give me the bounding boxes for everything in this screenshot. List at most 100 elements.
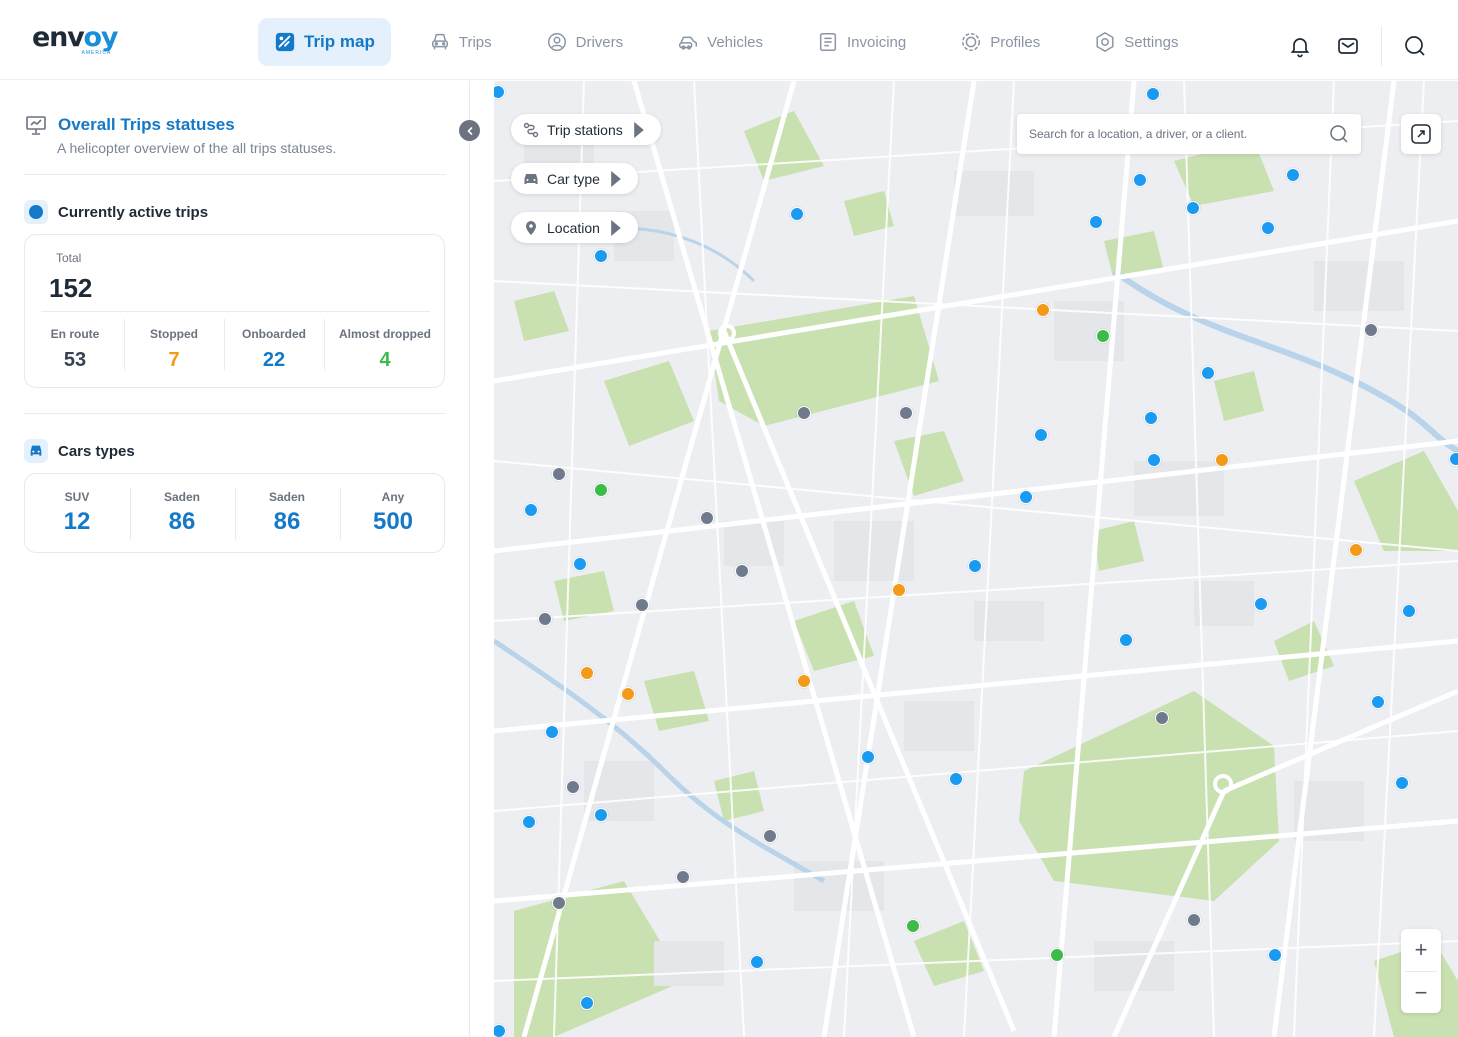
trip-marker[interactable] — [1254, 597, 1268, 611]
fullscreen-button[interactable] — [1401, 114, 1441, 154]
trip-marker[interactable] — [524, 503, 538, 517]
trip-marker[interactable] — [1286, 168, 1300, 182]
brand-wordmark: envoy — [32, 22, 118, 53]
trip-marker[interactable] — [1034, 428, 1048, 442]
bell-icon — [1290, 38, 1310, 58]
filter-label: Location — [547, 219, 600, 236]
trip-marker[interactable] — [1201, 366, 1215, 380]
trip-marker[interactable] — [594, 808, 608, 822]
nav-invoicing[interactable]: Invoicing — [801, 18, 922, 66]
nav-drivers[interactable]: Drivers — [530, 18, 640, 66]
trip-marker[interactable] — [861, 750, 875, 764]
car-type-saden-1: Saden 86 — [132, 490, 232, 536]
trip-marker[interactable] — [797, 674, 811, 688]
trip-marker[interactable] — [1215, 453, 1229, 467]
trip-marker[interactable] — [594, 483, 608, 497]
global-search-button[interactable] — [1400, 31, 1430, 61]
route-icon — [523, 122, 539, 137]
trip-marker[interactable] — [1155, 711, 1169, 725]
overview-title: Overall Trips statuses — [58, 115, 235, 134]
zoom-out-button[interactable]: − — [1401, 972, 1441, 1014]
trip-marker[interactable] — [700, 511, 714, 525]
stat-value: 4 — [379, 349, 391, 371]
trip-marker[interactable] — [635, 598, 649, 612]
trip-marker[interactable] — [1146, 87, 1160, 101]
trip-marker[interactable] — [1144, 411, 1158, 425]
trip-marker[interactable] — [763, 829, 777, 843]
trip-marker[interactable] — [538, 612, 552, 626]
messages-button[interactable] — [1333, 31, 1363, 61]
trip-marker[interactable] — [1036, 303, 1050, 317]
trip-marker[interactable] — [1268, 948, 1282, 962]
nav-label: Settings — [1124, 33, 1179, 51]
trip-marker[interactable] — [580, 996, 594, 1010]
brand-subtitle: AMERICA — [81, 50, 112, 56]
trip-marker[interactable] — [1371, 695, 1385, 709]
nav-profiles[interactable]: Profiles — [944, 18, 1056, 66]
stat-value: 53 — [63, 349, 87, 371]
trip-marker[interactable] — [676, 870, 690, 884]
trip-marker[interactable] — [1096, 329, 1110, 343]
trip-marker[interactable] — [1133, 173, 1147, 187]
trip-marker[interactable] — [797, 406, 811, 420]
trip-marker[interactable] — [750, 955, 764, 969]
nav-settings[interactable]: Settings — [1078, 18, 1194, 66]
stat-en-route: En route 53 — [25, 327, 125, 372]
trip-marker[interactable] — [968, 559, 982, 573]
header-divider — [1381, 26, 1382, 66]
cars-types-card: SUV 12 Saden 86 Saden 86 Any 500 — [24, 473, 445, 553]
nav-vehicles[interactable]: Vehicles — [661, 18, 779, 66]
trip-marker[interactable] — [594, 249, 608, 263]
trip-marker[interactable] — [1089, 215, 1103, 229]
trip-marker[interactable] — [1349, 543, 1363, 557]
trip-marker[interactable] — [1364, 323, 1378, 337]
trip-marker[interactable] — [1050, 948, 1064, 962]
search-icon[interactable] — [1329, 124, 1349, 144]
stat-onboarded: Onboarded 22 — [224, 327, 324, 372]
trip-marker[interactable] — [545, 725, 559, 739]
brand-logo[interactable]: envoy AMERICA — [32, 22, 118, 57]
trip-marker[interactable] — [552, 467, 566, 481]
trip-marker[interactable] — [892, 583, 906, 597]
trip-marker[interactable] — [522, 815, 536, 829]
trip-marker[interactable] — [1119, 633, 1133, 647]
trip-marker[interactable] — [621, 687, 635, 701]
trip-marker[interactable] — [1261, 221, 1275, 235]
filter-trip-stations[interactable]: Trip stations — [511, 114, 661, 145]
trip-marker[interactable] — [552, 896, 566, 910]
trip-marker[interactable] — [949, 772, 963, 786]
trip-marker[interactable] — [1395, 776, 1409, 790]
trip-marker[interactable] — [573, 557, 587, 571]
trip-marker[interactable] — [1019, 490, 1033, 504]
zoom-in-button[interactable]: + — [1401, 929, 1441, 971]
trip-marker[interactable] — [1449, 452, 1458, 466]
section-divider — [24, 174, 446, 175]
trip-marker[interactable] — [790, 207, 804, 221]
trip-marker[interactable] — [899, 406, 913, 420]
invoice-icon — [819, 33, 837, 51]
total-label: Total — [56, 251, 82, 265]
nav-trips[interactable]: Trips — [413, 18, 508, 66]
notifications-button[interactable] — [1285, 31, 1315, 61]
trip-map[interactable]: Trip stations Car type Location + − — [494, 81, 1458, 1037]
trip-marker[interactable] — [580, 666, 594, 680]
car-front-icon — [431, 33, 448, 50]
caret-right-icon — [633, 121, 644, 138]
overview-subtitle: A helicopter overview of the all trips s… — [57, 140, 337, 156]
filter-car-type[interactable]: Car type — [511, 163, 638, 194]
total-value: 152 — [49, 273, 93, 303]
map-search-input[interactable] — [1029, 127, 1329, 141]
car-type-label: Saden — [268, 490, 305, 504]
trip-marker[interactable] — [1147, 453, 1161, 467]
trip-marker[interactable] — [735, 564, 749, 578]
trip-marker[interactable] — [494, 1024, 506, 1037]
trip-marker[interactable] — [1187, 913, 1201, 927]
car-type-value: 86 — [273, 508, 301, 535]
trip-marker[interactable] — [906, 919, 920, 933]
filter-location[interactable]: Location — [511, 212, 638, 243]
nav-trip-map[interactable]: Trip map — [258, 18, 391, 66]
trip-marker[interactable] — [1186, 201, 1200, 215]
trip-marker[interactable] — [1402, 604, 1416, 618]
trip-marker[interactable] — [566, 780, 580, 794]
collapse-sidebar-button[interactable] — [459, 120, 480, 141]
